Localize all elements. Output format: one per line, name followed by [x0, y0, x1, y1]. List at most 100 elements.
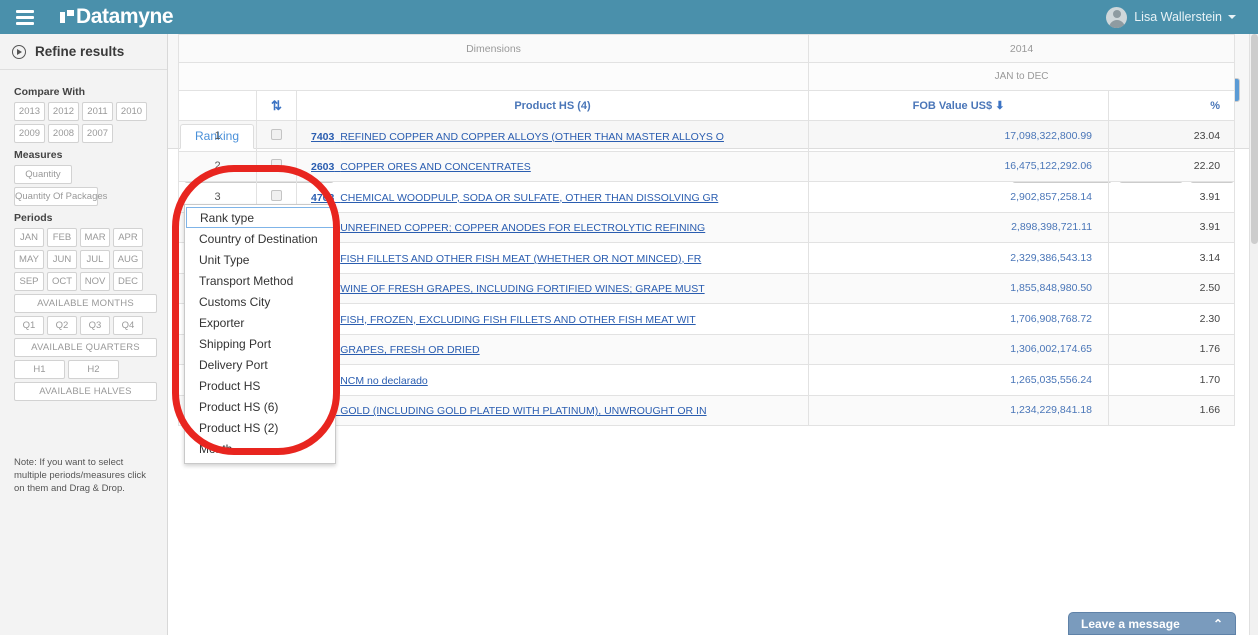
dropdown-option-customs-city[interactable]: Customs City	[185, 291, 335, 312]
dropdown-option-product-hs-2[interactable]: Product HS (2)	[185, 417, 335, 438]
table-row[interactable]: 2 2603 COPPER ORES AND CONCENTRATES 16,4…	[178, 150, 1236, 182]
row-fob-value: 1,265,035,556.24	[808, 364, 1110, 396]
year-chip-2009[interactable]: 2009	[14, 124, 45, 143]
half-chip-h2[interactable]: H2	[68, 360, 119, 379]
row-checkbox[interactable]	[271, 159, 282, 171]
product-link[interactable]: 7108 GOLD (INCLUDING GOLD PLATED WITH PL…	[311, 405, 707, 417]
page-scrollbar[interactable]	[1249, 34, 1258, 635]
sort-descending-icon[interactable]: ⬇	[995, 100, 1004, 112]
table-row[interactable]: 7 0303 FISH, FROZEN, EXCLUDING FISH FILL…	[178, 303, 1236, 335]
dropdown-option-exporter[interactable]: Exporter	[185, 312, 335, 333]
table-row[interactable]: 3 4703 CHEMICAL WOODPULP, SODA OR SULFAT…	[178, 181, 1236, 213]
dropdown-option-country-of-destination[interactable]: Country of Destination	[185, 228, 335, 249]
month-chip-mar[interactable]: MAR	[80, 228, 110, 247]
month-chip-jul[interactable]: JUL	[80, 250, 110, 269]
row-percent: 23.04	[1108, 120, 1236, 152]
chevron-up-icon[interactable]: ⌃	[1213, 617, 1223, 631]
dropdown-option-delivery-port[interactable]: Delivery Port	[185, 354, 335, 375]
dropdown-option-shipping-port[interactable]: Shipping Port	[185, 333, 335, 354]
leave-a-message-widget[interactable]: Leave a message ⌃	[1068, 612, 1236, 635]
available-quarters-row: AVAILABLE QUARTERS	[14, 338, 157, 357]
year-chip-2007[interactable]: 2007	[82, 124, 113, 143]
row-fob-value: 2,902,857,258.14	[808, 181, 1110, 213]
month-chip-may[interactable]: MAY	[14, 250, 44, 269]
row-fob-value: 1,234,229,841.18	[808, 394, 1110, 426]
half-chip-h1[interactable]: H1	[14, 360, 65, 379]
product-link[interactable]: 0304 FISH FILLETS AND OTHER FISH MEAT (W…	[311, 253, 701, 265]
month-chip-sep[interactable]: SEP	[14, 272, 44, 291]
user-menu[interactable]: Lisa Wallerstein	[1106, 0, 1236, 34]
year-chip-2013[interactable]: 2013	[14, 102, 45, 121]
month-chip-apr[interactable]: APR	[113, 228, 143, 247]
table-row[interactable]: 5 0304 FISH FILLETS AND OTHER FISH MEAT …	[178, 242, 1236, 274]
month-chip-nov[interactable]: NOV	[80, 272, 110, 291]
dropdown-option-month[interactable]: Month	[185, 438, 335, 459]
quarter-chip-q4[interactable]: Q4	[113, 316, 143, 335]
row-checkbox[interactable]	[271, 128, 282, 140]
quarter-chip-q2[interactable]: Q2	[47, 316, 77, 335]
hamburger-icon[interactable]	[16, 9, 34, 25]
dropdown-option-transport-method[interactable]: Transport Method	[185, 270, 335, 291]
quarter-chip-q1[interactable]: Q1	[14, 316, 44, 335]
measure-chip-quantity[interactable]: Quantity	[14, 165, 72, 184]
row-checkbox-cell[interactable]	[256, 120, 297, 152]
row-checkbox[interactable]	[271, 189, 282, 201]
year-chip-2011[interactable]: 2011	[82, 102, 113, 121]
table-row[interactable]: 6 2204 WINE OF FRESH GRAPES, INCLUDING F…	[178, 272, 1236, 304]
table-row[interactable]: 1 7403 REFINED COPPER AND COPPER ALLOYS …	[178, 120, 1236, 152]
row-percent: 22.20	[1108, 150, 1236, 182]
rank-type-dropdown-menu[interactable]: Rank type Country of Destination Unit Ty…	[184, 204, 336, 464]
table-row[interactable]: 8 0806 GRAPES, FRESH OR DRIED 1,306,002,…	[178, 333, 1236, 365]
month-chip-oct[interactable]: OCT	[47, 272, 77, 291]
row-product-cell: 0806 GRAPES, FRESH OR DRIED	[295, 333, 810, 365]
brand-label: Datamyne	[76, 5, 174, 28]
available-halves-chip[interactable]: AVAILABLE HALVES	[14, 382, 157, 401]
measures-row: Quantity Quantity Of Packages	[14, 165, 157, 206]
column-header-swap[interactable]: ⇅	[256, 90, 297, 121]
product-description: FISH, FROZEN, EXCLUDING FISH FILLETS AND…	[340, 313, 696, 326]
available-months-chip[interactable]: AVAILABLE MONTHS	[14, 294, 157, 313]
refine-results-header[interactable]: Refine results	[0, 34, 167, 70]
column-header-percent[interactable]: %	[1108, 90, 1236, 121]
product-link[interactable]: 0303 FISH, FROZEN, EXCLUDING FISH FILLET…	[311, 314, 696, 326]
product-link[interactable]: 7403 REFINED COPPER AND COPPER ALLOYS (O…	[311, 131, 724, 143]
row-fob-value: 16,475,122,292.06	[808, 150, 1110, 182]
year-chip-2008[interactable]: 2008	[48, 124, 79, 143]
year-chip-2010[interactable]: 2010	[116, 102, 147, 121]
table-row[interactable]: 9 0025 NCM no declarado 1,265,035,556.24…	[178, 364, 1236, 396]
row-product-cell: 0304 FISH FILLETS AND OTHER FISH MEAT (W…	[295, 242, 810, 274]
page-scrollbar-thumb[interactable]	[1251, 34, 1258, 244]
row-checkbox-cell[interactable]	[256, 150, 297, 182]
column-header-product[interactable]: Product HS (4)	[295, 90, 810, 121]
dropdown-option-unit-type[interactable]: Unit Type	[185, 249, 335, 270]
product-description: WINE OF FRESH GRAPES, INCLUDING FORTIFIE…	[340, 283, 705, 296]
month-chip-aug[interactable]: AUG	[113, 250, 143, 269]
product-description: NCM no declarado	[340, 374, 428, 387]
swap-columns-icon[interactable]: ⇅	[271, 98, 282, 113]
product-link[interactable]: 2603 COPPER ORES AND CONCENTRATES	[311, 161, 531, 173]
product-link[interactable]: 0806 GRAPES, FRESH OR DRIED	[311, 344, 480, 356]
measure-chip-quantity-of-packages[interactable]: Quantity Of Packages	[14, 187, 107, 206]
product-link[interactable]: 7402 UNREFINED COPPER; COPPER ANODES FOR…	[311, 222, 705, 234]
row-product-cell: 2603 COPPER ORES AND CONCENTRATES	[295, 150, 810, 182]
dropdown-option-rank-type[interactable]: Rank type	[186, 207, 334, 228]
product-link[interactable]: 4703 CHEMICAL WOODPULP, SODA OR SULFATE,…	[311, 192, 718, 204]
refine-results-title: Refine results	[35, 44, 125, 59]
table-row[interactable]: 10 7108 GOLD (INCLUDING GOLD PLATED WITH…	[178, 394, 1236, 426]
year-chip-2012[interactable]: 2012	[48, 102, 79, 121]
product-link[interactable]: 2204 WINE OF FRESH GRAPES, INCLUDING FOR…	[311, 283, 705, 295]
month-chip-feb[interactable]: FEB	[47, 228, 77, 247]
row-fob-value: 2,329,386,543.13	[808, 242, 1110, 274]
brand-logo[interactable]: Datamyne	[60, 5, 174, 29]
month-chip-jan[interactable]: JAN	[14, 228, 44, 247]
row-fob-value: 1,306,002,174.65	[808, 333, 1110, 365]
dropdown-option-product-hs-6[interactable]: Product HS (6)	[185, 396, 335, 417]
column-header-fob-value[interactable]: FOB Value US$ ⬇	[808, 90, 1110, 121]
month-chip-dec[interactable]: DEC	[113, 272, 143, 291]
row-fob-value: 1,706,908,768.72	[808, 303, 1110, 335]
dropdown-option-product-hs[interactable]: Product HS	[185, 375, 335, 396]
available-quarters-chip[interactable]: AVAILABLE QUARTERS	[14, 338, 157, 357]
table-row[interactable]: 4 7402 UNREFINED COPPER; COPPER ANODES F…	[178, 211, 1236, 243]
quarter-chip-q3[interactable]: Q3	[80, 316, 110, 335]
month-chip-jun[interactable]: JUN	[47, 250, 77, 269]
